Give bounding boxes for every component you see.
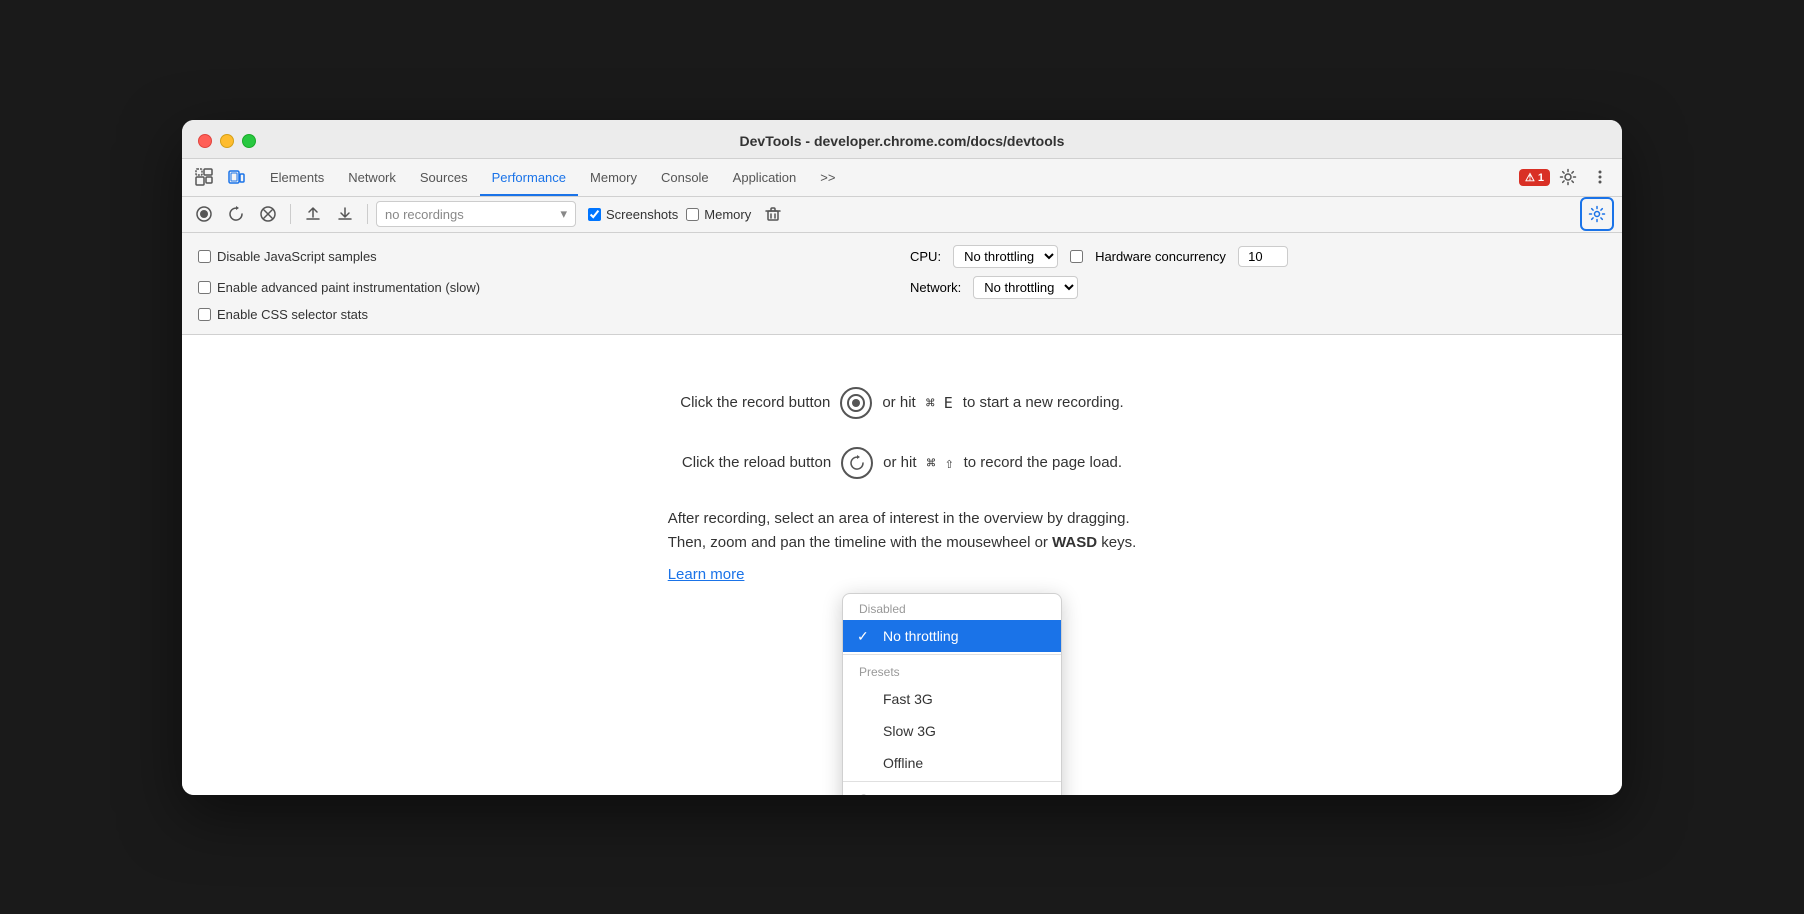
record-instruction: Click the record button or hit ⌘ E to st…	[680, 387, 1123, 419]
reload-text-1: Click the reload button	[682, 454, 831, 471]
dropdown-group-presets: Presets	[843, 657, 1061, 683]
record-text-1: Click the record button	[680, 394, 830, 411]
cpu-section: CPU: No throttling Hardware concurrency	[910, 245, 1606, 268]
toolbar-separator-2	[367, 204, 368, 224]
minimize-button[interactable]	[220, 134, 234, 148]
settings-row-2: Enable advanced paint instrumentation (s…	[198, 272, 1606, 303]
dropdown-divider-1	[843, 654, 1061, 655]
desc-line2: Then, zoom and pan the timeline with the…	[668, 531, 1137, 555]
dropdown-item-slow-3g[interactable]: Slow 3G	[843, 715, 1061, 747]
settings-row-3: Enable CSS selector stats	[198, 303, 1606, 326]
dropdown-item-fast-3g[interactable]: Fast 3G	[843, 683, 1061, 715]
network-label: Network:	[910, 280, 961, 295]
settings-row-1: Disable JavaScript samples CPU: No throt…	[198, 241, 1606, 272]
tab-application[interactable]: Application	[721, 158, 809, 196]
recordings-dropdown[interactable]: no recordings ▾	[376, 201, 576, 227]
inspect-icon[interactable]	[190, 163, 218, 191]
reload-icon	[841, 447, 873, 479]
memory-checkbox[interactable]	[686, 208, 699, 221]
record-shortcut: ⌘ E	[926, 394, 953, 412]
disable-js-checkbox[interactable]	[198, 250, 211, 263]
reload-text-2: or hit	[883, 454, 916, 471]
content-instructions: Click the record button or hit ⌘ E to st…	[230, 387, 1574, 587]
record-text-2: or hit	[882, 394, 915, 411]
record-button[interactable]	[190, 200, 218, 228]
hardware-concurrency-checkbox[interactable]	[1070, 250, 1083, 263]
tab-bar: Elements Network Sources Performance Mem…	[182, 159, 1622, 197]
upload-button[interactable]	[299, 200, 327, 228]
screenshots-checkbox-label[interactable]: Screenshots	[588, 207, 678, 222]
network-throttle-select[interactable]: No throttling	[973, 276, 1078, 299]
tab-elements[interactable]: Elements	[258, 158, 336, 196]
memory-checkbox-label[interactable]: Memory	[686, 207, 751, 222]
reload-text-3: to record the page load.	[964, 454, 1122, 471]
refresh-button[interactable]	[222, 200, 250, 228]
maximize-button[interactable]	[242, 134, 256, 148]
hardware-concurrency-label: Hardware concurrency	[1095, 249, 1226, 264]
title-bar: DevTools - developer.chrome.com/docs/dev…	[182, 120, 1622, 159]
advanced-paint-setting: Enable advanced paint instrumentation (s…	[198, 280, 480, 295]
tab-overflow[interactable]: >>	[808, 158, 847, 196]
cpu-throttle-select[interactable]: No throttling	[953, 245, 1058, 268]
tab-sources[interactable]: Sources	[408, 158, 480, 196]
tab-memory[interactable]: Memory	[578, 158, 649, 196]
network-section: Network: No throttling	[910, 276, 1606, 299]
close-button[interactable]	[198, 134, 212, 148]
tab-console[interactable]: Console	[649, 158, 721, 196]
collect-garbage-icon[interactable]	[759, 200, 787, 228]
learn-more-link[interactable]: Learn more	[668, 566, 745, 583]
device-toolbar-icon[interactable]	[222, 163, 250, 191]
settings-button[interactable]	[1580, 197, 1614, 231]
record-inner	[852, 399, 860, 407]
cpu-label: CPU:	[910, 249, 941, 264]
hardware-concurrency-input[interactable]	[1238, 246, 1288, 267]
instructions-text: After recording, select an area of inter…	[668, 507, 1137, 587]
advanced-paint-checkbox[interactable]	[198, 281, 211, 294]
tab-right-icons: ⚠ 1	[1519, 163, 1614, 191]
devtools-window: DevTools - developer.chrome.com/docs/dev…	[182, 120, 1622, 795]
settings-panel: Disable JavaScript samples CPU: No throt…	[182, 233, 1622, 335]
network-throttle-dropdown: Disabled ✓ No throttling Presets Fast 3G…	[842, 593, 1062, 795]
desc-line1: After recording, select an area of inter…	[668, 507, 1137, 531]
css-selector-checkbox[interactable]	[198, 308, 211, 321]
record-icon	[840, 387, 872, 419]
dropdown-divider-2	[843, 781, 1061, 782]
tab-network[interactable]: Network	[336, 158, 408, 196]
settings-icon[interactable]	[1554, 163, 1582, 191]
reload-shortcut: ⌘ ⇧	[927, 454, 954, 472]
disable-js-setting: Disable JavaScript samples	[198, 249, 377, 264]
dropdown-item-offline[interactable]: Offline	[843, 747, 1061, 779]
record-dot	[847, 394, 865, 412]
dropdown-group-disabled: Disabled	[843, 594, 1061, 620]
advanced-paint-label: Enable advanced paint instrumentation (s…	[217, 280, 480, 295]
error-badge: ⚠ 1	[1519, 169, 1550, 186]
dropdown-item-no-throttling[interactable]: ✓ No throttling	[843, 620, 1061, 652]
toolbar-right: Screenshots Memory	[588, 200, 787, 228]
screenshots-checkbox[interactable]	[588, 208, 601, 221]
window-title: DevTools - developer.chrome.com/docs/dev…	[740, 133, 1065, 149]
toolbar-separator-1	[290, 204, 291, 224]
dropdown-group-custom: Custom	[843, 784, 1061, 795]
toolbar: no recordings ▾ Screenshots Memory	[182, 197, 1622, 233]
reload-instruction: Click the reload button or hit ⌘ ⇧ to re…	[682, 447, 1122, 479]
disable-js-label: Disable JavaScript samples	[217, 249, 377, 264]
clear-button[interactable]	[254, 200, 282, 228]
settings-left: Disable JavaScript samples	[198, 249, 894, 264]
tab-icons	[190, 163, 250, 191]
tab-performance[interactable]: Performance	[480, 158, 578, 196]
css-selector-label: Enable CSS selector stats	[217, 307, 368, 322]
more-options-icon[interactable]	[1586, 163, 1614, 191]
download-button[interactable]	[331, 200, 359, 228]
css-selector-setting: Enable CSS selector stats	[198, 307, 368, 322]
record-text-3: to start a new recording.	[963, 394, 1124, 411]
main-content: Click the record button or hit ⌘ E to st…	[182, 335, 1622, 795]
traffic-lights	[198, 134, 256, 148]
settings-left-2: Enable advanced paint instrumentation (s…	[198, 280, 894, 295]
